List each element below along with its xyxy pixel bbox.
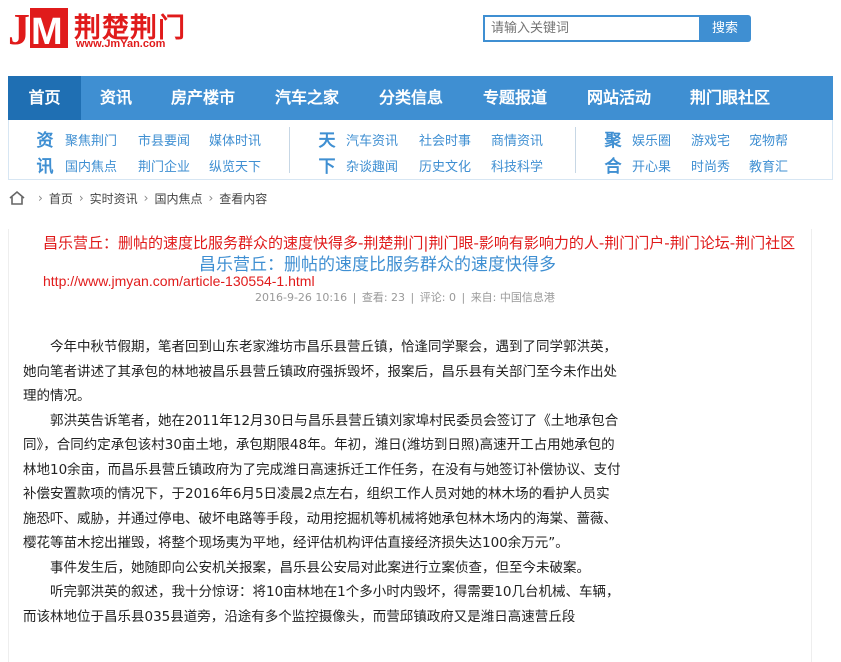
subnav-head-hub-bottom: 合 [604, 157, 622, 177]
subnav-link[interactable]: 纵览天下 [209, 156, 261, 175]
home-icon[interactable] [8, 190, 26, 206]
article-title: 昌乐营丘：删帖的速度比服务群众的速度快得多 [199, 255, 556, 275]
subnav-link[interactable]: 国内焦点 [65, 156, 117, 175]
article-comments[interactable]: 评论: 0 [420, 291, 456, 304]
article-meta: 2016-9-26 10:16 | 查看: 23 | 评论: 0 | 来自: 中… [255, 291, 555, 304]
subnav-link[interactable]: 杂谈趣闻 [346, 156, 398, 175]
subnav-link[interactable]: 开心果 [632, 156, 671, 175]
subnav-link[interactable]: 宠物帮 [749, 130, 788, 149]
breadcrumb-separator: › [208, 191, 214, 205]
main-nav: 首页 资讯 房产楼市 汽车之家 分类信息 专题报道 网站活动 荆门眼社区 [8, 76, 833, 120]
article-body: 今年中秋节假期，笔者回到山东老家潍坊市昌乐县营丘镇，恰逢同学聚会，遇到了同学郭洪… [23, 335, 621, 629]
breadcrumb-current: 查看内容 [219, 191, 268, 206]
breadcrumb-separator: › [38, 191, 43, 205]
nav-auto[interactable]: 汽车之家 [255, 76, 359, 120]
breadcrumb: › 首页 › 实时资讯 › 国内焦点 › 查看内容 [8, 186, 833, 210]
subnav-head-news-top: 资 [36, 131, 54, 151]
subnav-head-hub-top: 聚 [604, 131, 622, 151]
subnav-link[interactable]: 媒体时讯 [209, 130, 261, 149]
nav-news[interactable]: 资讯 [81, 76, 151, 120]
nav-site-events[interactable]: 网站活动 [567, 76, 671, 120]
subnav-link[interactable]: 科技科学 [491, 156, 543, 175]
article-paragraph: 听完郭洪英的叙述，我十分惊讶：将10亩林地在1个多小时内毁坏，得需要10几台机械… [23, 584, 620, 625]
article-paragraph: 事件发生后，她随即向公安机关报案，昌乐县公安局对此案进行立案侦查，但至今未破案。 [50, 559, 590, 576]
subnav-link[interactable]: 汽车资讯 [346, 130, 398, 149]
subnav-divider [575, 127, 576, 173]
subnav-divider [289, 127, 290, 173]
subnav-head-news-bottom: 讯 [36, 157, 54, 177]
nav-classifieds[interactable]: 分类信息 [359, 76, 463, 120]
nav-home[interactable]: 首页 [8, 76, 81, 120]
nav-special-reports[interactable]: 专题报道 [463, 76, 567, 120]
svg-text:J: J [8, 5, 30, 52]
article-views: 查看: 23 [361, 291, 406, 304]
subnav-link[interactable]: 时尚秀 [691, 156, 730, 175]
search-input[interactable] [483, 15, 702, 42]
subnav-link[interactable]: 游戏宅 [691, 130, 730, 149]
article-paragraph: 郭洪英告诉笔者，她在2011年12月30日与昌乐县营丘镇刘家埠村民委员会签订了《… [23, 412, 621, 552]
article-date: 2016-9-26 10:16 [255, 291, 348, 304]
article-source: 来自: 中国信息港 [470, 291, 555, 304]
breadcrumb-realtime-news[interactable]: 实时资讯 [90, 190, 138, 207]
search-button[interactable]: 搜索 [699, 15, 751, 42]
subnav-link[interactable]: 社会时事 [419, 130, 471, 149]
nav-real-estate[interactable]: 房产楼市 [151, 76, 255, 120]
article-container: 昌乐营丘：删帖的速度比服务群众的速度快得多 昌乐营丘：删帖的速度比服务群众的速度… [8, 229, 812, 662]
subnav-link[interactable]: 历史文化 [419, 156, 471, 175]
svg-text:M: M [31, 11, 63, 52]
site-header: J M 荆楚荆门 www.JmYan.com 搜索 [0, 0, 841, 62]
subnav-link[interactable]: 教育汇 [749, 156, 788, 175]
logo-url: www.JmYan.com [76, 38, 166, 50]
subnav-link[interactable]: 市县要闻 [138, 130, 190, 149]
subnav-head-world-top: 天 [318, 131, 336, 151]
subnav-link[interactable]: 商情资讯 [491, 130, 543, 149]
overlay-page-title: 昌乐营丘：删帖的速度比服务群众的速度快得多-荆楚荆门|荆门眼-影响有影响力的人-… [43, 234, 796, 252]
subnav-link[interactable]: 聚焦荆门 [65, 130, 117, 149]
jm-logo-mark[interactable]: J M [8, 4, 70, 52]
subnav-head-world-bottom: 下 [318, 157, 336, 177]
sub-nav: 资 讯 聚焦荆门 市县要闻 媒体时讯 国内焦点 荆门企业 纵览天下 天 下 汽车… [8, 120, 833, 180]
subnav-link[interactable]: 娱乐圈 [632, 130, 671, 149]
article-paragraph: 今年中秋节假期，笔者回到山东老家潍坊市昌乐县营丘镇，恰逢同学聚会，遇到了同学郭洪… [23, 339, 617, 404]
subnav-link[interactable]: 荆门企业 [138, 156, 190, 175]
overlay-page-url: http://www.jmyan.com/article-130554-1.ht… [43, 273, 315, 289]
breadcrumb-domestic[interactable]: 国内焦点 [154, 190, 202, 207]
nav-community[interactable]: 荆门眼社区 [671, 76, 789, 120]
breadcrumb-home[interactable]: 首页 [49, 190, 73, 207]
breadcrumb-separator: › [143, 191, 149, 205]
breadcrumb-separator: › [78, 191, 84, 205]
